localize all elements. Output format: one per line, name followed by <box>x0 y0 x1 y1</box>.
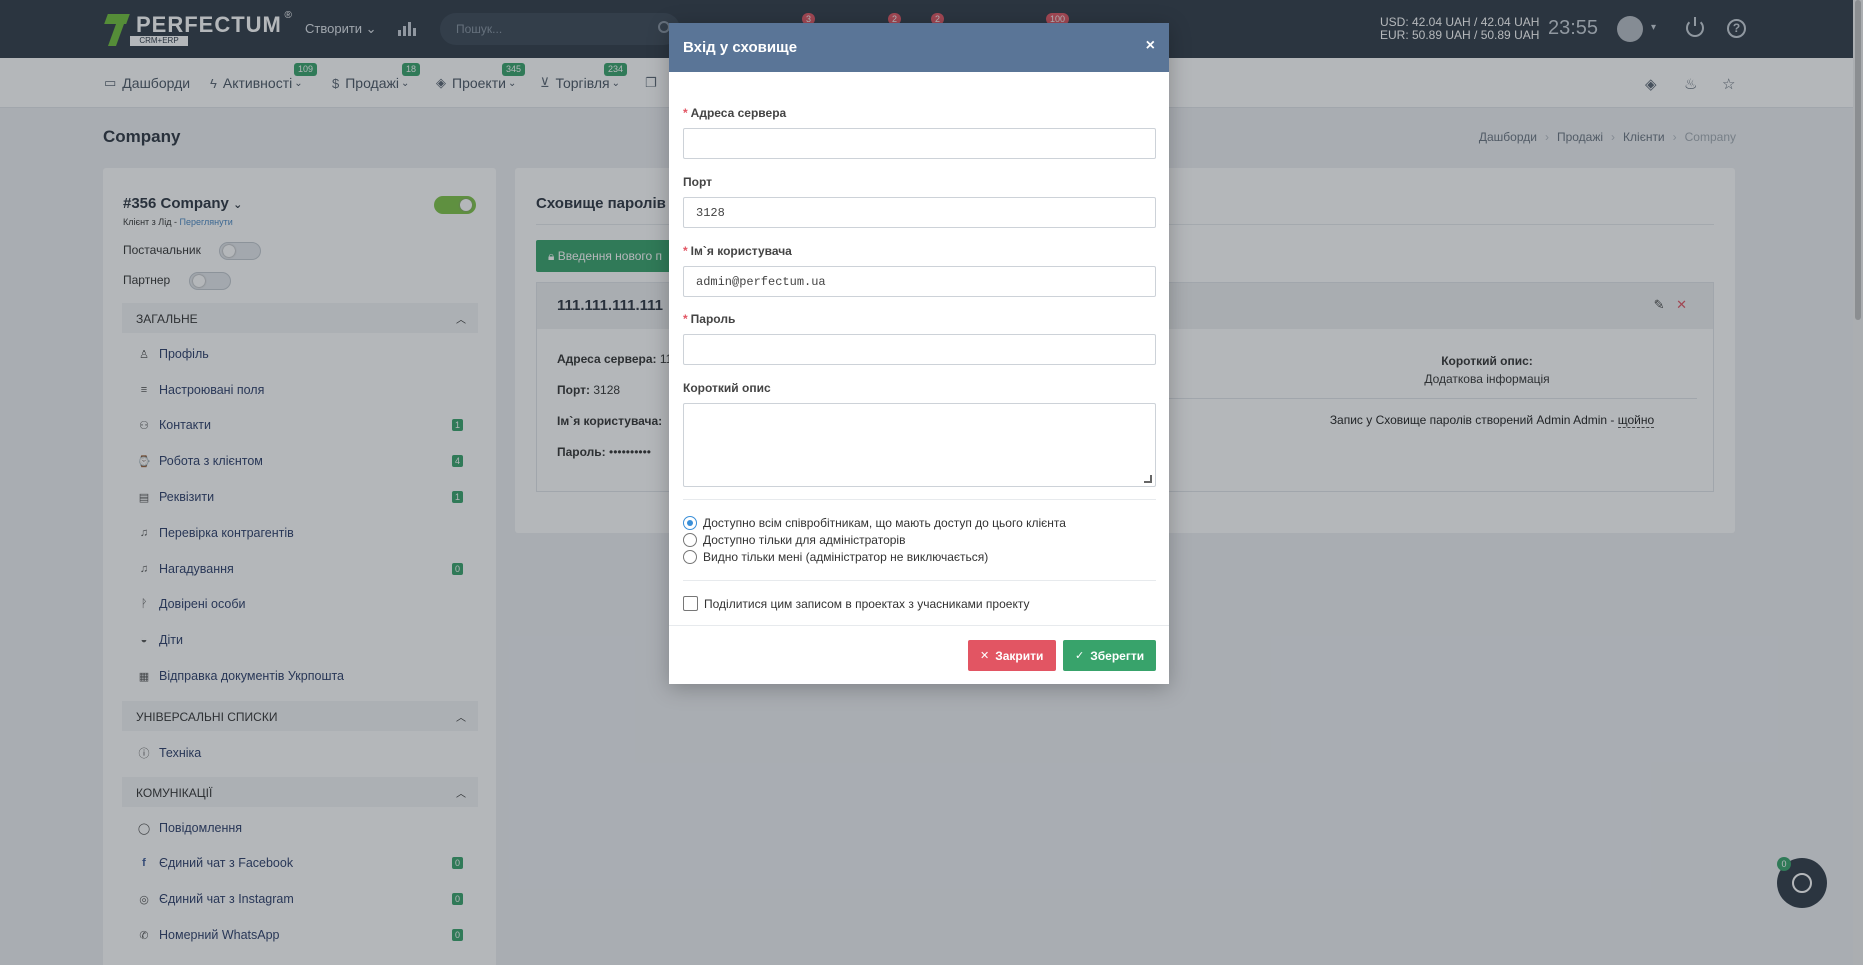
modal-title: Вхід у сховище <box>683 39 798 56</box>
radio-label: Доступно тільки для адміністраторів <box>703 533 906 547</box>
port-field-label: Порт <box>683 175 713 189</box>
resize-handle-icon[interactable] <box>1144 475 1152 483</box>
share-with-projects[interactable]: Поділитися цим записом в проектах з учас… <box>683 596 1029 611</box>
check-icon: ✓ <box>1075 650 1085 662</box>
share-checkbox[interactable] <box>683 596 698 611</box>
modal-header: Вхід у сховище × <box>669 23 1169 72</box>
server-field-label: * Адреса сервера <box>683 106 787 120</box>
access-option-me[interactable]: Видно тільки мені (адміністратор не викл… <box>683 550 988 564</box>
radio-button[interactable] <box>683 533 697 547</box>
close-button-label: Закрити <box>995 648 1044 663</box>
radio-button[interactable] <box>683 550 697 564</box>
password-input[interactable] <box>683 334 1156 365</box>
radio-label: Видно тільки мені (адміністратор не викл… <box>703 550 989 564</box>
save-button[interactable]: ✓ Зберегти <box>1063 640 1156 671</box>
username-field-label: * Ім`я користувача <box>683 244 792 258</box>
access-option-admins[interactable]: Доступно тільки для адміністраторів <box>683 533 905 547</box>
password-field-label: * Пароль <box>683 312 736 326</box>
share-label: Поділитися цим записом в проектах з учас… <box>704 596 1030 611</box>
close-button[interactable]: ✕ Закрити <box>968 640 1056 671</box>
server-address-input[interactable] <box>683 128 1156 159</box>
description-textarea[interactable] <box>683 403 1156 487</box>
server-label-text: Адреса сервера <box>690 106 787 120</box>
divider <box>683 499 1156 500</box>
radio-button[interactable] <box>683 516 697 530</box>
username-label-text: Ім`я користувача <box>690 244 792 258</box>
radio-label: Доступно всім співробітникам, що мають д… <box>703 516 1066 530</box>
access-option-all[interactable]: Доступно всім співробітникам, що мають д… <box>683 516 1066 530</box>
save-button-label: Зберегти <box>1090 648 1145 663</box>
port-input[interactable] <box>683 197 1156 228</box>
divider <box>669 625 1169 626</box>
divider <box>683 580 1156 581</box>
vault-login-modal: Вхід у сховище × *Адреса сервера Порт *І… <box>669 23 1169 684</box>
close-icon: ✕ <box>980 650 990 662</box>
description-field-label: Короткий опис <box>683 381 771 395</box>
close-icon[interactable]: × <box>1146 37 1155 55</box>
password-label-text: Пароль <box>690 312 736 326</box>
username-input[interactable] <box>683 266 1156 297</box>
